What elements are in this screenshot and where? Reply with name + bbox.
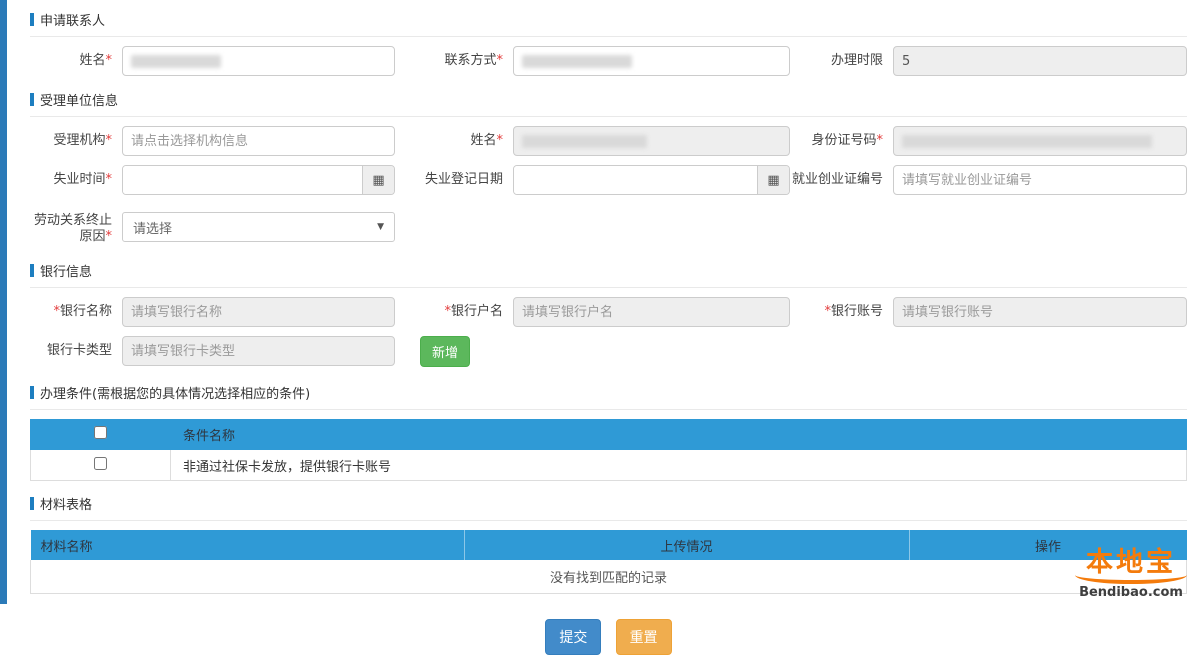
material-table: 材料名称 上传情况 操作 没有找到匹配的记录 bbox=[30, 530, 1187, 594]
unit-name-label: 姓名* bbox=[395, 133, 513, 149]
bank-account-name-label: *银行户名 bbox=[395, 304, 513, 320]
calendar-icon[interactable]: ▦ bbox=[757, 166, 789, 194]
logo-cn-text: 本地宝 bbox=[1072, 548, 1190, 578]
section-marker-icon bbox=[30, 497, 34, 510]
bank-name-input bbox=[122, 297, 395, 327]
redacted-value bbox=[902, 135, 1152, 148]
section-marker-icon bbox=[30, 93, 34, 106]
section-marker-icon bbox=[30, 13, 34, 26]
select-all-checkbox[interactable] bbox=[94, 426, 107, 439]
time-limit-label: 办理时限 bbox=[790, 53, 893, 69]
logo-domain-text: Bendibao.com bbox=[1072, 585, 1190, 600]
row-bank-1: *银行名称 *银行户名 *银行账号 bbox=[30, 297, 1187, 327]
section-label: 受理单位信息 bbox=[40, 90, 118, 109]
empty-row: 没有找到匹配的记录 bbox=[31, 560, 1187, 593]
row-unit-2: 失业时间* ▦ 失业登记日期 ▦ 就业创业证编号 bbox=[30, 165, 1187, 195]
left-accent-bar bbox=[0, 0, 7, 604]
condition-name-cell: 非通过社保卡发放，提供银行卡账号 bbox=[171, 450, 1187, 481]
row-applicant: 姓名* 联系方式* 办理时限 5 bbox=[30, 46, 1187, 76]
redacted-value bbox=[522, 55, 632, 68]
bendibao-logo: 本地宝 Bendibao.com bbox=[1072, 548, 1190, 600]
empty-message: 没有找到匹配的记录 bbox=[31, 560, 1187, 593]
bank-account-name-input bbox=[513, 297, 790, 327]
section-title-materials: 材料表格 bbox=[30, 494, 1187, 521]
section-label: 材料表格 bbox=[40, 494, 92, 513]
condition-checkbox[interactable] bbox=[94, 457, 107, 470]
unemployment-reg-date-input[interactable]: ▦ bbox=[513, 165, 790, 195]
bank-account-no-input bbox=[893, 297, 1187, 327]
row-termination-reason: 劳动关系终止原因* 请选择 ▼ bbox=[30, 209, 1187, 245]
termination-reason-label: 劳动关系终止原因* bbox=[30, 209, 122, 245]
contact-label: 联系方式* bbox=[395, 53, 513, 69]
form-page: 申请联系人 姓名* 联系方式* 办理时限 5 受理单位信息 受理机构* 姓名* … bbox=[7, 0, 1200, 604]
section-title-unit: 受理单位信息 bbox=[30, 90, 1187, 117]
row-bank-2: 银行卡类型 新增 bbox=[30, 336, 1187, 367]
redacted-value bbox=[522, 135, 647, 148]
row-unit-1: 受理机构* 姓名* 身份证号码* bbox=[30, 126, 1187, 156]
submit-button[interactable]: 提交 bbox=[545, 619, 601, 655]
bank-card-type-input bbox=[122, 336, 395, 366]
employment-cert-label: 就业创业证编号 bbox=[790, 172, 893, 188]
id-number-label: 身份证号码* bbox=[790, 133, 893, 149]
condition-row: 非通过社保卡发放，提供银行卡账号 bbox=[31, 450, 1187, 481]
employment-cert-input[interactable] bbox=[893, 165, 1187, 195]
caret-down-icon: ▼ bbox=[377, 222, 384, 232]
unemployment-reg-date-field[interactable] bbox=[514, 166, 757, 194]
section-title-bank: 银行信息 bbox=[30, 261, 1187, 288]
id-number-input bbox=[893, 126, 1187, 156]
reset-button[interactable]: 重置 bbox=[616, 619, 672, 655]
add-button[interactable]: 新增 bbox=[420, 336, 470, 367]
unemployment-time-label: 失业时间* bbox=[30, 172, 122, 188]
bank-card-type-label: 银行卡类型 bbox=[30, 343, 122, 359]
form-actions: 提交 重置 bbox=[30, 619, 1187, 655]
termination-reason-select[interactable]: 请选择 ▼ bbox=[122, 212, 395, 242]
selected-option: 请选择 bbox=[133, 218, 172, 237]
condition-table: 条件名称 非通过社保卡发放，提供银行卡账号 bbox=[30, 419, 1187, 481]
unemployment-time-input[interactable]: ▦ bbox=[122, 165, 395, 195]
calendar-icon[interactable]: ▦ bbox=[362, 166, 394, 194]
agency-input[interactable] bbox=[122, 126, 395, 156]
material-name-header: 材料名称 bbox=[31, 530, 465, 560]
section-label: 办理条件(需根据您的具体情况选择相应的条件) bbox=[40, 383, 310, 402]
time-limit-input: 5 bbox=[893, 46, 1187, 76]
condition-name-header: 条件名称 bbox=[171, 420, 1187, 450]
unit-name-input bbox=[513, 126, 790, 156]
bank-account-no-label: *银行账号 bbox=[790, 304, 893, 320]
unemployment-reg-date-label: 失业登记日期 bbox=[395, 172, 513, 188]
redacted-value bbox=[131, 55, 221, 68]
section-label: 银行信息 bbox=[40, 261, 92, 280]
contact-input[interactable] bbox=[513, 46, 790, 76]
section-title-applicant: 申请联系人 bbox=[30, 10, 1187, 37]
agency-label: 受理机构* bbox=[30, 133, 122, 149]
name-label: 姓名* bbox=[30, 53, 122, 69]
upload-status-header: 上传情况 bbox=[464, 530, 909, 560]
name-input[interactable] bbox=[122, 46, 395, 76]
section-title-conditions: 办理条件(需根据您的具体情况选择相应的条件) bbox=[30, 383, 1187, 410]
section-label: 申请联系人 bbox=[40, 10, 105, 29]
unemployment-time-field[interactable] bbox=[123, 166, 362, 194]
section-marker-icon bbox=[30, 386, 34, 399]
section-marker-icon bbox=[30, 264, 34, 277]
bank-name-label: *银行名称 bbox=[30, 304, 122, 320]
